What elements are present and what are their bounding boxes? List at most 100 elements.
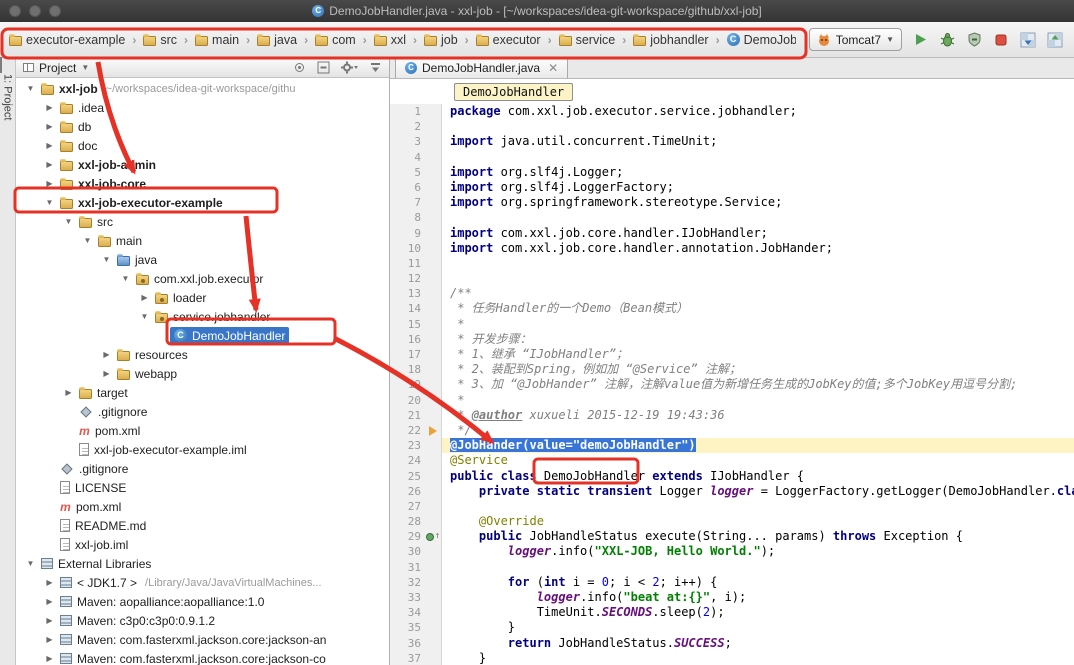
chevron-open-icon[interactable]: ▼ — [138, 312, 151, 321]
run-marker-icon[interactable] — [426, 533, 434, 541]
chevron-closed-icon[interactable]: ▶ — [43, 578, 56, 587]
coverage-button[interactable] — [965, 31, 983, 49]
tree-item-xxl-job[interactable]: ▼xxl-job~/workspaces/idea-git-workspace/… — [16, 79, 389, 98]
chevron-closed-icon[interactable]: ▶ — [43, 122, 56, 131]
tree-item-idea[interactable]: ▶.idea — [16, 98, 389, 117]
tree-item-maven-c3p0-c3p0-0-9-1-2[interactable]: ▶Maven: c3p0:c3p0:0.9.1.2 — [16, 611, 389, 630]
chevron-closed-icon[interactable]: ▶ — [43, 597, 56, 606]
breadcrumb-item-main[interactable]: main — [192, 32, 242, 48]
chevron-closed-icon[interactable]: ▶ — [43, 160, 56, 169]
project-tool-button[interactable]: 1: Project — [2, 74, 14, 120]
tab-demojobhandler[interactable]: C DemoJobHandler.java ✕ — [395, 57, 568, 78]
tree-item-readme-md[interactable]: README.md — [16, 516, 389, 535]
tree-item-src[interactable]: ▼src — [16, 212, 389, 231]
chevron-open-icon[interactable]: ▼ — [43, 198, 56, 207]
code-line-31: 31 — [390, 560, 1074, 575]
breadcrumb-item-service[interactable]: service — [556, 32, 619, 48]
chevron-closed-icon[interactable]: ▶ — [138, 293, 151, 302]
tree-item-xxl-job-executor-example-iml[interactable]: xxl-job-executor-example.iml — [16, 440, 389, 459]
tree-item-gitignore[interactable]: .gitignore — [16, 459, 389, 478]
gutter: 34 — [390, 605, 442, 620]
tree-item-xxl-job-core[interactable]: ▶xxl-job-core — [16, 174, 389, 193]
chevron-open-icon[interactable]: ▼ — [81, 236, 94, 245]
breadcrumb-item-jobhandler[interactable]: jobhandler — [630, 32, 711, 48]
tree-item-target[interactable]: ▶target — [16, 383, 389, 402]
tree-item-db[interactable]: ▶db — [16, 117, 389, 136]
collapse-all-icon[interactable] — [317, 61, 330, 74]
tree-item-com-xxl-job-executor[interactable]: ▼com.xxl.job.executor — [16, 269, 389, 288]
context-chip[interactable]: DemoJobHandler — [454, 83, 573, 101]
breadcrumb-label: service — [576, 33, 616, 47]
tree-item-xxl-job-iml[interactable]: xxl-job.iml — [16, 535, 389, 554]
breadcrumb-item-executor-example[interactable]: executor-example — [6, 32, 128, 48]
tree-item-doc[interactable]: ▶doc — [16, 136, 389, 155]
close-tab-icon[interactable]: ✕ — [548, 62, 558, 74]
tree-item-main[interactable]: ▼main — [16, 231, 389, 250]
tree-item-pom-xml[interactable]: mpom.xml — [16, 421, 389, 440]
zoom-button[interactable] — [49, 5, 61, 17]
tree-item-loader[interactable]: ▶loader — [16, 288, 389, 307]
close-button[interactable] — [9, 5, 21, 17]
chevron-closed-icon[interactable]: ▶ — [43, 141, 56, 150]
line-number: 19 — [390, 377, 425, 392]
chevron-closed-icon[interactable]: ▶ — [43, 635, 56, 644]
breadcrumb-item-job[interactable]: job — [421, 32, 461, 48]
chevron-closed-icon[interactable]: ▶ — [43, 179, 56, 188]
settings-gear-icon[interactable] — [341, 61, 358, 74]
tree-item-maven-com-fasterxml-jackson-core-jackson-co[interactable]: ▶Maven: com.fasterxml.jackson.core:jacks… — [16, 649, 389, 665]
stop-button[interactable] — [992, 31, 1010, 49]
chevron-closed-icon[interactable]: ▶ — [43, 103, 56, 112]
breadcrumb-label: com — [332, 33, 356, 47]
tree-item-xxl-job-admin[interactable]: ▶xxl-job-admin — [16, 155, 389, 174]
tree-item-resources[interactable]: ▶resources — [16, 345, 389, 364]
breadcrumb-item-executor[interactable]: executor — [473, 32, 544, 48]
folder-icon — [60, 142, 73, 152]
hide-panel-icon[interactable] — [369, 61, 382, 74]
chevron-open-icon[interactable]: ▼ — [24, 84, 37, 93]
tree-item-service-jobhandler[interactable]: ▼service.jobhandler — [16, 307, 389, 326]
chevron-down-icon[interactable]: ▼ — [81, 63, 89, 72]
chevron-open-icon[interactable]: ▼ — [24, 559, 37, 568]
run-button[interactable] — [911, 31, 929, 49]
bookmark-icon[interactable] — [429, 426, 437, 436]
debug-button[interactable] — [938, 31, 956, 49]
chevron-closed-icon[interactable]: ▶ — [100, 369, 113, 378]
locate-icon[interactable] — [293, 61, 306, 74]
tree-item-demojobhandler[interactable]: CDemoJobHandler — [16, 326, 389, 345]
code-line-36: 36 return JobHandleStatus.SUCCESS; — [390, 636, 1074, 651]
tree-item-body: README.md — [56, 517, 150, 534]
code-editor[interactable]: 1package com.xxl.job.executor.service.jo… — [390, 104, 1074, 665]
tree-item-maven-aopalliance-aopalliance-1-0[interactable]: ▶Maven: aopalliance:aopalliance:1.0 — [16, 592, 389, 611]
breadcrumb-item-demojobhandler[interactable]: CDemoJobHandler — [724, 32, 796, 48]
breadcrumb-item-xxl[interactable]: xxl — [371, 32, 409, 48]
vcs-commit-button[interactable] — [1046, 31, 1064, 49]
line-number: 15 — [390, 317, 425, 332]
vcs-update-button[interactable] — [1019, 31, 1037, 49]
chevron-closed-icon[interactable]: ▶ — [43, 616, 56, 625]
breadcrumb-separator: › — [412, 33, 418, 47]
chevron-open-icon[interactable]: ▼ — [100, 255, 113, 264]
chevron-closed-icon[interactable]: ▶ — [43, 654, 56, 663]
breadcrumb-item-com[interactable]: com — [312, 32, 359, 48]
tree-item-jdk1-7[interactable]: ▶< JDK1.7 >/Library/Java/JavaVirtualMach… — [16, 573, 389, 592]
tree-item-java[interactable]: ▼java — [16, 250, 389, 269]
breadcrumb-item-java[interactable]: java — [254, 32, 300, 48]
breadcrumb-item-src[interactable]: src — [140, 32, 180, 48]
tree-item-pom-xml[interactable]: mpom.xml — [16, 497, 389, 516]
code-line-34: 34 TimeUnit.SECONDS.sleep(2); — [390, 605, 1074, 620]
tree-item-gitignore[interactable]: .gitignore — [16, 402, 389, 421]
chevron-open-icon[interactable]: ▼ — [62, 217, 75, 226]
code-line-33: 33 logger.info("beat at:{}", i); — [390, 590, 1074, 605]
tree-item-license[interactable]: LICENSE — [16, 478, 389, 497]
chevron-open-icon[interactable]: ▼ — [119, 274, 132, 283]
chevron-closed-icon[interactable]: ▶ — [100, 350, 113, 359]
tree-item-maven-com-fasterxml-jackson-core-jackson-an[interactable]: ▶Maven: com.fasterxml.jackson.core:jacks… — [16, 630, 389, 649]
tree-item-xxl-job-executor-example[interactable]: ▼xxl-job-executor-example — [16, 193, 389, 212]
chevron-closed-icon[interactable]: ▶ — [62, 388, 75, 397]
override-marker-icon[interactable]: ↑ — [435, 529, 440, 544]
tree-item-external-libraries[interactable]: ▼External Libraries — [16, 554, 389, 573]
tree-item-webapp[interactable]: ▶webapp — [16, 364, 389, 383]
minimize-button[interactable] — [29, 5, 41, 17]
tool-window-icon — [0, 57, 2, 73]
run-configuration-select[interactable]: Tomcat7 ▼ — [809, 28, 902, 51]
